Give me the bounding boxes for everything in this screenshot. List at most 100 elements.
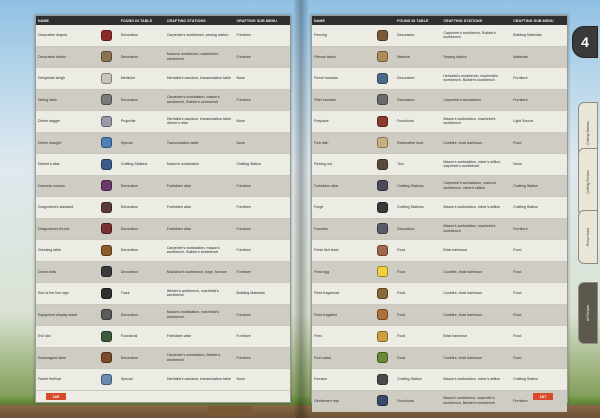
table-row: Gentlemen reja Functional Mason's workbenc… <box>312 390 567 412</box>
table-row: Fishing rod Tool Mason's workstation, mine… <box>312 153 567 176</box>
idol-icon <box>100 330 112 342</box>
fishing-rod-icon <box>377 158 389 170</box>
throne-icon <box>100 223 112 235</box>
crafting-sub-menu: Food <box>511 347 567 369</box>
header-found-in-table: FOUND IN TABLE <box>395 16 442 25</box>
item-name: Fried frogsfeet <box>312 304 371 326</box>
item-name: Divine draught <box>36 132 94 154</box>
found-in-table: Decoration <box>118 175 165 197</box>
table-row: Furnace Crafting Station Mason's workstati… <box>312 368 567 391</box>
crafting-stations: Carpenter's workbench, Builder's workben… <box>441 25 512 47</box>
crafting-sub-menu: Crafting Station <box>511 175 567 197</box>
item-icon-cell <box>370 282 396 305</box>
table-row: Dragonlord's throne Decoration Forbidden a… <box>36 218 290 240</box>
found-in-table: Tool <box>395 153 442 176</box>
forbidden-altar-icon <box>377 180 389 192</box>
table-row: Fierce fountain Decoration Herbalist's wor… <box>312 67 567 90</box>
item-name: Diviner's altar <box>36 153 94 176</box>
found-in-table: Food <box>395 282 442 305</box>
crafting-sub-menu: Building Materials <box>234 282 290 305</box>
crafting-sub-menu: Light Source <box>511 110 567 133</box>
ground-ledge-decoration <box>208 406 252 416</box>
dagger-icon <box>100 115 112 127</box>
side-tab[interactable]: Recipe Index <box>578 210 598 264</box>
crafting-sub-menu: Furniture <box>234 347 290 369</box>
found-in-table: Projectile <box>118 110 165 133</box>
crafting-stations: Herbalist's cauldron, transmutation tabl… <box>164 368 235 391</box>
found-in-table: Decoration <box>118 218 165 240</box>
side-tab-active[interactable]: All Recipes <box>578 282 598 344</box>
sleigh-icon <box>100 72 112 84</box>
crafting-stations: Cookfire, brick barbecue <box>441 261 512 283</box>
found-in-table: Crafting Stations <box>118 153 165 176</box>
table-row: Fireplace Functional Mason's workstation, … <box>312 110 567 133</box>
found-in-table: Functional <box>118 325 165 348</box>
found-in-table: Food <box>395 325 442 348</box>
item-icon-cell <box>93 196 119 219</box>
crafting-sub-menu: Furniture <box>234 89 290 111</box>
fish-dish-icon <box>377 137 389 149</box>
found-in-table: Food <box>395 347 442 369</box>
sign-icon <box>100 287 112 299</box>
item-name: Equipment display stand <box>36 304 94 326</box>
header-crafting-stations: CRAFTING STATIONS <box>441 16 512 25</box>
table-row: Dining table Decoration Carpenter's workst… <box>36 89 290 111</box>
crafting-stations: Herbalist's cauldron, transmutation tabl… <box>164 110 235 133</box>
header-crafting-sub-menu: CRAFTING SUB MENU <box>511 16 567 25</box>
fried-egg-icon <box>377 266 389 278</box>
crafting-sub-menu: Furniture <box>234 304 290 326</box>
crafting-stations: Herbalist's cauldron, transmutation tabl… <box>164 67 235 90</box>
crafting-stations: Carpenter's workstation, mason's workben… <box>164 89 235 111</box>
table-row: Fibrous fabric Material Sewing station Mate… <box>312 46 567 68</box>
table-header-row: NAME FOUND IN TABLE CRAFTING STATIONS CR… <box>36 16 290 25</box>
item-icon-cell <box>93 132 119 154</box>
item-icon-cell <box>93 175 119 197</box>
crafting-stations: Mason's workstation, miner's stillion, c… <box>441 153 512 176</box>
found-in-table: Functional <box>395 110 442 133</box>
found-in-table: Special <box>118 132 165 154</box>
table-header-row: NAME FOUND IN TABLE CRAFTING STATIONS CR… <box>312 16 567 25</box>
found-in-table: Decoration <box>118 261 165 283</box>
table-row: Dehydrate sleigh Medicine Herbalist's caul… <box>36 67 290 90</box>
table-row: Filter fountain Decoration Carpenter's wor… <box>312 89 567 111</box>
item-name: Forbidden altar <box>312 175 371 197</box>
table-row: Divine draught Special Transmutation table… <box>36 132 290 154</box>
found-in-table: Decoration <box>395 25 442 47</box>
table-row: Dumb-bells Decoration Machinist's workbenc… <box>36 261 290 283</box>
table-row: Faerie firefloat Special Herbalist's cauld… <box>36 368 290 391</box>
crafting-sub-menu: Furniture <box>234 218 290 240</box>
frogsfeet-icon <box>377 309 389 321</box>
item-icon-cell <box>370 89 396 111</box>
crafting-sub-menu: None <box>511 153 567 176</box>
found-in-table: Decoration <box>118 347 165 369</box>
crafting-sub-menu: Food <box>511 282 567 305</box>
found-in-table: Medicine <box>118 67 165 90</box>
fountain-icon <box>377 72 389 84</box>
crafting-stations: Cookfire, brick barbecue <box>441 304 512 326</box>
found-in-table: Decoration <box>118 304 165 326</box>
crafting-stations: Mason's workbench, carpenter's workbench… <box>441 390 512 412</box>
crafting-sub-menu: Furniture <box>234 196 290 219</box>
item-name: Filter fountain <box>312 89 371 111</box>
crafting-sub-menu: Furniture <box>234 325 290 348</box>
crafting-stations: Carpenter's workbench, sewing station <box>164 25 235 47</box>
item-name: Dressing table <box>36 239 94 262</box>
crafting-sub-menu: Crafting Station <box>234 153 290 176</box>
item-icon-cell <box>370 196 396 219</box>
item-icon-cell <box>370 153 396 176</box>
crafting-sub-menu: None <box>234 110 290 133</box>
crafting-stations: Machinist's workbench, forge, furnace <box>164 261 235 283</box>
crafting-stations: Sewing station <box>441 46 512 68</box>
item-icon-cell <box>93 282 119 305</box>
item-icon-cell <box>370 239 396 262</box>
item-icon-cell <box>370 390 396 412</box>
fireplace-icon <box>377 115 389 127</box>
header-found-in-table: FOUND IN TABLE <box>118 16 165 25</box>
found-in-table: Decoration <box>118 239 165 262</box>
book-gutter <box>294 0 308 418</box>
table-row: Forge Crafting Stations Mason's workstatio… <box>312 196 567 219</box>
side-tab[interactable]: Crafting Recipes <box>578 148 598 216</box>
crafting-stations: Mason's workstation, machinist's workben… <box>441 110 512 133</box>
table-row: Divine dagger Projectile Herbalist's cauld… <box>36 110 290 133</box>
fabric-icon <box>377 51 389 63</box>
